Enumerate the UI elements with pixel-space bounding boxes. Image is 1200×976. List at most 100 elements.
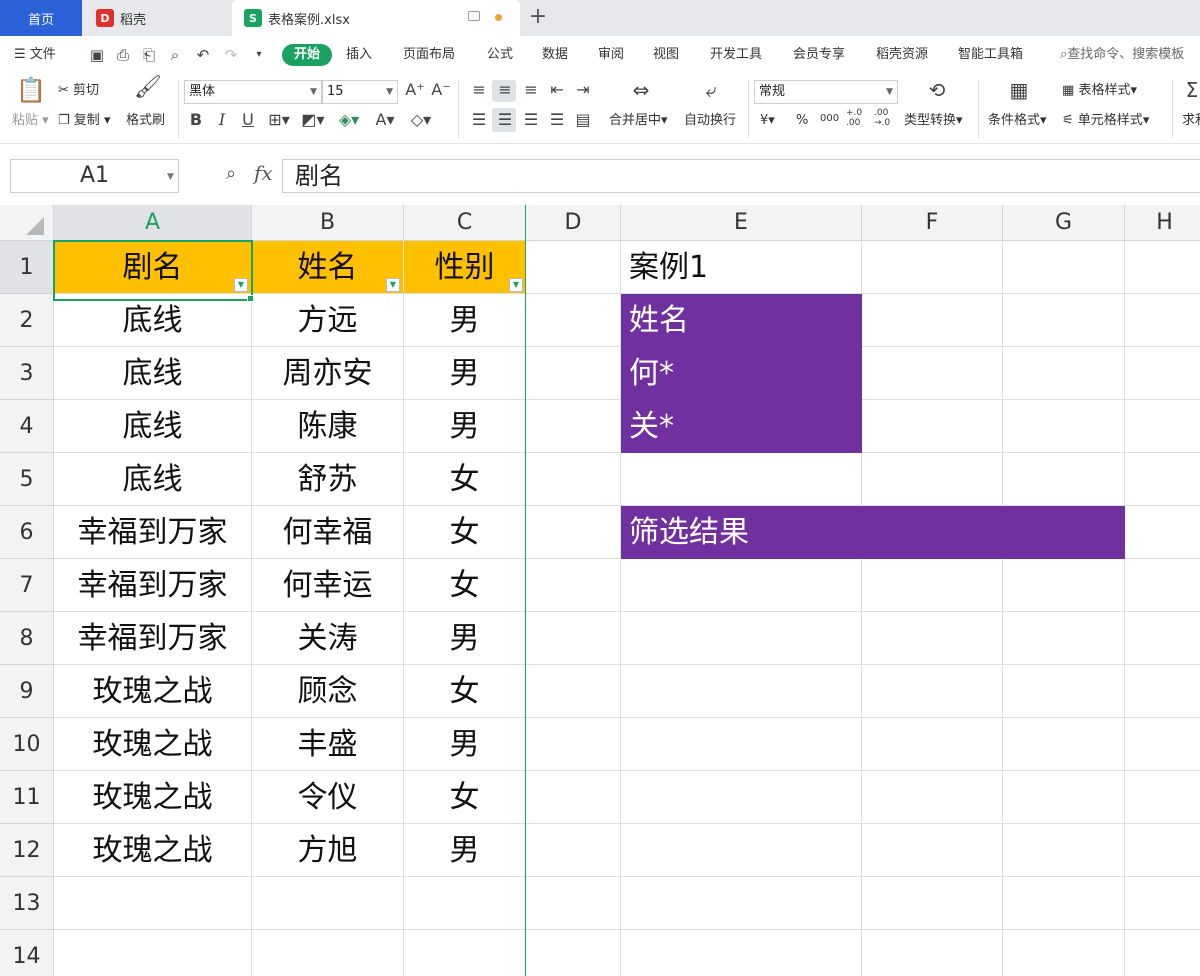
table-cell[interactable]: 女 (404, 453, 526, 506)
menu-insert[interactable]: 插入 (346, 44, 372, 66)
conditional-format-icon[interactable]: ▦ (1004, 80, 1034, 100)
align-bottom-icon[interactable]: ≡ (520, 80, 542, 100)
empty-cell[interactable] (526, 877, 621, 930)
row-header-10[interactable]: 10 (0, 718, 54, 771)
row-header-1[interactable]: 1 (0, 241, 54, 294)
empty-cell[interactable] (526, 506, 621, 559)
thousands-button[interactable]: 000 (820, 110, 839, 128)
menu-daoke-resources[interactable]: 稻壳资源 (876, 44, 928, 66)
empty-cell[interactable] (1003, 930, 1125, 976)
table-cell[interactable]: 丰盛 (252, 718, 404, 771)
table-cell[interactable]: 顾念 (252, 665, 404, 718)
row-header-6[interactable]: 6 (0, 506, 54, 559)
empty-cell[interactable] (526, 718, 621, 771)
empty-cell[interactable] (621, 453, 862, 506)
decrease-decimal-button[interactable]: .00 →.0 (874, 108, 896, 128)
paste-icon[interactable]: 📋 (16, 78, 46, 102)
sum-icon[interactable]: Σ (1182, 80, 1200, 100)
empty-cell[interactable] (1125, 718, 1200, 771)
number-format-select[interactable]: 常规 ▼ (754, 80, 898, 104)
copy-button[interactable]: ❐ 复制 ▾ (58, 112, 110, 130)
menu-view[interactable]: 视图 (653, 44, 679, 66)
table-cell[interactable]: 方旭 (252, 824, 404, 877)
empty-cell[interactable] (1003, 453, 1125, 506)
empty-cell[interactable] (862, 400, 1003, 453)
row-header-7[interactable]: 7 (0, 559, 54, 612)
table-cell[interactable]: 男 (404, 400, 526, 453)
table-cell[interactable]: 女 (404, 506, 526, 559)
underline-button[interactable]: U (238, 110, 258, 130)
cell-style-button[interactable]: ⚟ 单元格样式▾ (1062, 112, 1149, 130)
table-cell[interactable]: 幸福到万家 (54, 506, 252, 559)
empty-cell[interactable] (862, 241, 1003, 294)
empty-cell[interactable] (1003, 824, 1125, 877)
row-header-3[interactable]: 3 (0, 347, 54, 400)
table-cell[interactable]: 玫瑰之战 (54, 771, 252, 824)
empty-cell[interactable] (862, 453, 1003, 506)
menu-member[interactable]: 会员专享 (793, 44, 845, 66)
align-left-icon[interactable]: ☰ (468, 110, 490, 130)
empty-cell[interactable] (1125, 241, 1200, 294)
monitor-icon[interactable] (468, 11, 480, 21)
table-header-cell[interactable]: 剧名 (54, 241, 252, 294)
table-cell[interactable]: 舒苏 (252, 453, 404, 506)
table-header-cell[interactable]: 性别 (404, 241, 526, 294)
table-cell[interactable]: 男 (404, 612, 526, 665)
table-cell[interactable]: 底线 (54, 347, 252, 400)
criteria-value-cell[interactable]: 关* (621, 400, 862, 453)
empty-cell[interactable] (621, 930, 862, 976)
empty-cell[interactable] (621, 559, 862, 612)
font-color-icon[interactable]: A▾ (370, 110, 400, 130)
column-header-g[interactable]: G (1003, 205, 1125, 241)
empty-cell[interactable] (1125, 877, 1200, 930)
tab-daoke[interactable]: D 稻壳 (84, 0, 230, 36)
menu-smart-toolbox[interactable]: 智能工具箱 (958, 44, 1023, 66)
empty-cell[interactable] (621, 877, 862, 930)
table-cell[interactable]: 令仪 (252, 771, 404, 824)
empty-cell[interactable] (1003, 877, 1125, 930)
table-cell[interactable]: 底线 (54, 400, 252, 453)
conditional-format-button[interactable]: 条件格式▾ (988, 112, 1047, 130)
zoom-icon[interactable]: ⌕ (226, 163, 236, 184)
empty-cell[interactable] (526, 453, 621, 506)
menu-developer[interactable]: 开发工具 (710, 44, 762, 66)
table-cell[interactable]: 底线 (54, 453, 252, 506)
empty-cell[interactable] (621, 612, 862, 665)
border-icon[interactable]: ⊞▾ (264, 110, 294, 130)
table-cell[interactable]: 关涛 (252, 612, 404, 665)
empty-cell[interactable] (862, 559, 1003, 612)
row-header-13[interactable]: 13 (0, 877, 54, 930)
empty-cell[interactable] (621, 824, 862, 877)
empty-cell[interactable] (1125, 612, 1200, 665)
filter-dropdown-icon[interactable]: ▼ (234, 278, 248, 292)
empty-cell[interactable] (526, 824, 621, 877)
empty-cell[interactable] (1003, 665, 1125, 718)
filter-dropdown-icon[interactable]: ▼ (509, 278, 523, 292)
row-header-14[interactable]: 14 (0, 930, 54, 976)
empty-cell[interactable] (862, 665, 1003, 718)
spreadsheet-grid[interactable]: A B C D E F G H 1 2 3 4 5 6 7 8 9 10 11 … (0, 205, 1200, 976)
menu-page-layout[interactable]: 页面布局 (403, 44, 455, 66)
column-header-d[interactable]: D (526, 205, 621, 241)
command-search[interactable]: ⌕查找命令、搜索模板 (1060, 44, 1184, 66)
table-cell[interactable]: 女 (404, 771, 526, 824)
table-cell[interactable]: 玫瑰之战 (54, 824, 252, 877)
fx-icon[interactable]: fx (254, 161, 273, 185)
empty-cell[interactable] (1125, 453, 1200, 506)
row-header-11[interactable]: 11 (0, 771, 54, 824)
fill-color-icon[interactable]: ◈▾ (334, 110, 364, 130)
decrease-indent-icon[interactable]: ⇤ (546, 80, 568, 100)
empty-cell[interactable] (1125, 824, 1200, 877)
empty-cell[interactable] (862, 824, 1003, 877)
table-cell[interactable]: 玫瑰之战 (54, 665, 252, 718)
column-header-c[interactable]: C (404, 205, 526, 241)
table-cell[interactable]: 何幸运 (252, 559, 404, 612)
empty-cell[interactable] (862, 347, 1003, 400)
empty-cell[interactable] (526, 930, 621, 976)
column-header-b[interactable]: B (252, 205, 404, 241)
empty-cell[interactable] (1125, 930, 1200, 976)
new-tab-button[interactable]: + (524, 4, 552, 32)
align-middle-icon[interactable]: ≡ (494, 80, 516, 100)
percent-button[interactable]: % (796, 112, 808, 130)
menu-review[interactable]: 审阅 (598, 44, 624, 66)
